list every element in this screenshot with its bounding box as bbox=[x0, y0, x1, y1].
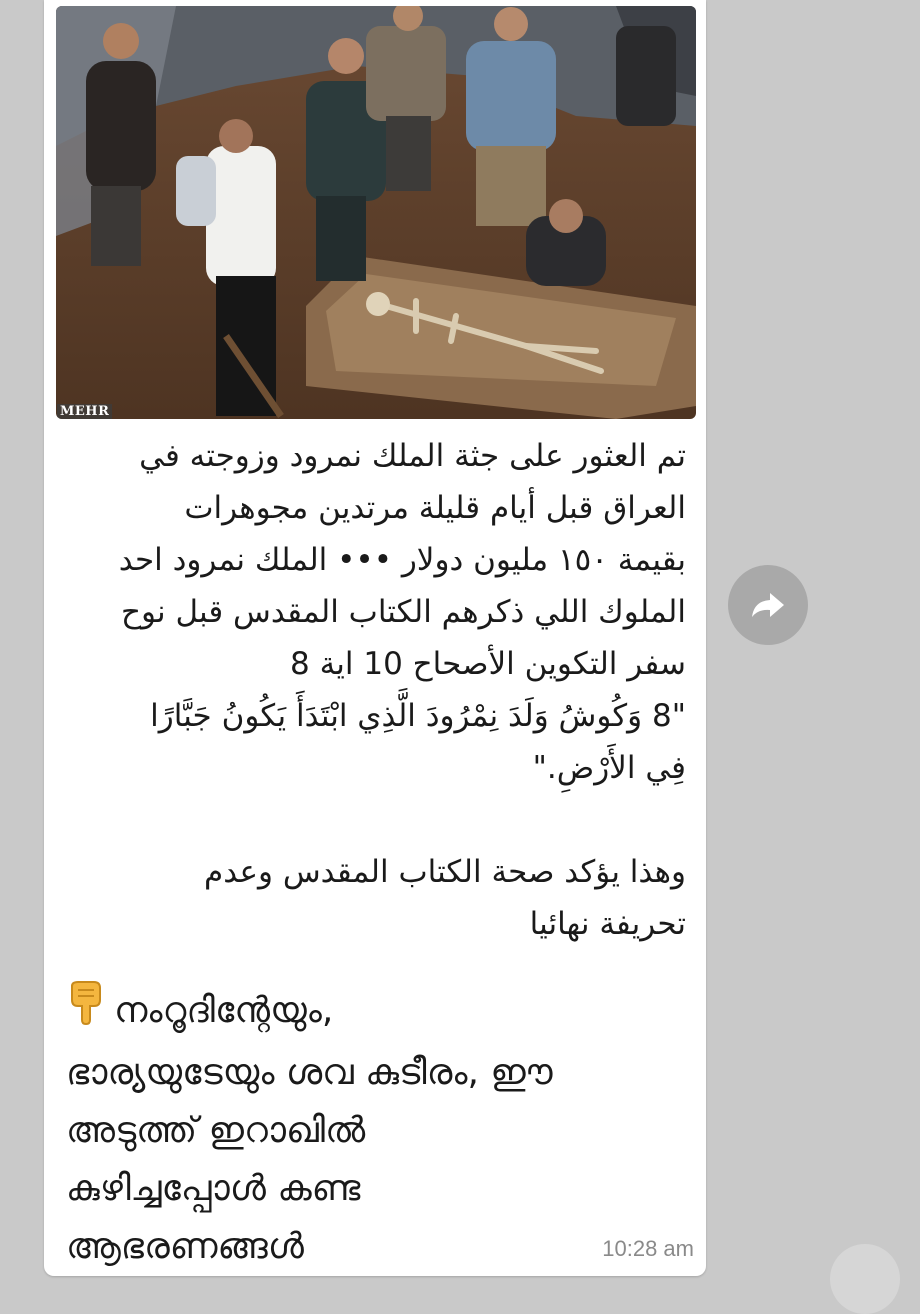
message-photo[interactable]: MEHR bbox=[56, 6, 696, 419]
arabic-message-text: تم العثور على جثة الملك نمرود وزوجته في … bbox=[62, 430, 686, 950]
arabic-line: سفر التكوين الأصحاح 10 اية 8 bbox=[290, 646, 686, 682]
arabic-line: فِي الأَرْضِ." bbox=[532, 750, 686, 786]
malayalam-line: അടുത്ത് ഇറാഖിൽ bbox=[66, 1110, 366, 1151]
arabic-line: وهذا يؤكد صحة الكتاب المقدس وعدم bbox=[204, 854, 686, 890]
arabic-line: تم العثور على جثة الملك نمرود وزوجته في bbox=[139, 438, 686, 474]
scroll-down-button[interactable] bbox=[830, 1244, 900, 1314]
forward-share-icon bbox=[752, 593, 784, 617]
forward-button[interactable] bbox=[728, 565, 808, 645]
arabic-line: العراق قبل أيام قليلة مرتدين مجوهرات bbox=[184, 490, 686, 526]
malayalam-message-text: നംറൂദിന്റേയും, ഭാര്യയുടേയും ശവ കുടീരം, ഈ… bbox=[66, 980, 696, 1276]
arabic-line: بقيمة ١٥٠ مليون دولار ••• الملك نمرود اح… bbox=[118, 542, 686, 578]
message-bubble[interactable]: MEHR تم العثور على جثة الملك نمرود وزوجت… bbox=[44, 0, 706, 1276]
malayalam-line: ഭാര്യയുടേയും ശവ കുടീരം, ഈ bbox=[66, 1052, 553, 1093]
message-timestamp: 10:28 am bbox=[602, 1236, 694, 1261]
arabic-line: الملوك اللي ذكرهم الكتاب المقدس قبل نوح bbox=[121, 594, 686, 630]
malayalam-line: കുഴിച്ചപ്പോൾ കണ്ട bbox=[66, 1168, 361, 1209]
excavation-photo-illustration bbox=[56, 6, 696, 419]
arabic-line: تحريفة نهائيا bbox=[529, 906, 686, 942]
image-watermark: MEHR bbox=[57, 404, 113, 419]
malayalam-line: നംറൂദിന്റേയും, bbox=[66, 980, 696, 1044]
arabic-line: "8 وَكُوشُ وَلَدَ نِمْرُودَ الَّذِي ابْت… bbox=[150, 698, 686, 734]
pointing-down-hand-icon bbox=[66, 980, 108, 1044]
malayalam-line-text: നംറൂദിന്റേയും, bbox=[114, 990, 334, 1031]
